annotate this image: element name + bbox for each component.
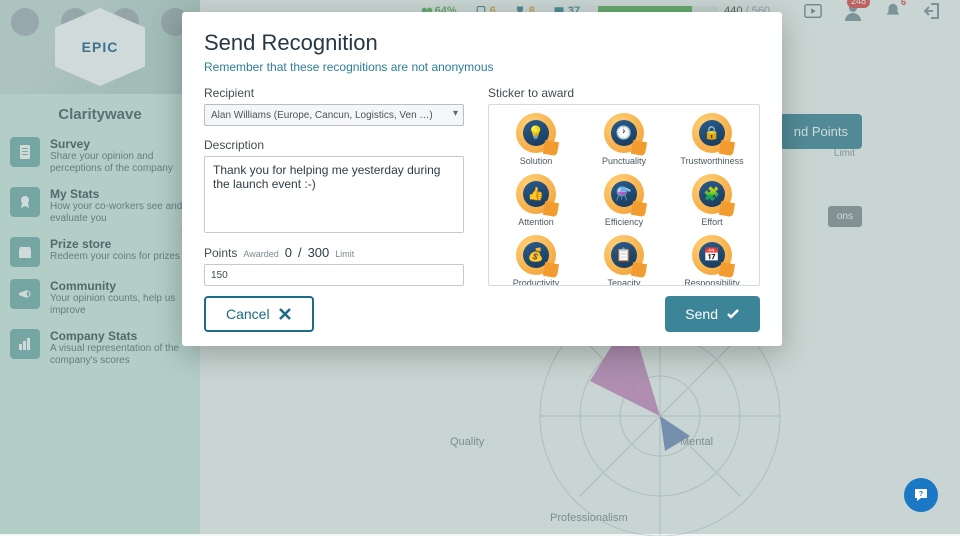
points-input[interactable] (204, 264, 464, 286)
points-max: 300 (308, 245, 330, 260)
points-limit-label: Limit (335, 249, 354, 259)
sticker-trustworthiness[interactable]: 🔒 Trustworthiness (671, 113, 753, 166)
sticker-responsibility[interactable]: 📅 Responsibility (671, 235, 753, 285)
points-awarded: 0 (285, 245, 292, 260)
sticker-icon: 👍 (516, 174, 556, 214)
sticker-scroll[interactable]: 💡 Solution 🕐 Punctuality 🔒 Trustworthiness 👍 At… (489, 105, 759, 285)
sticker-icon: 🔒 (692, 113, 732, 153)
check-icon (726, 307, 740, 321)
sticker-attention[interactable]: 👍 Attention (495, 174, 577, 227)
sticker-caption: Solution (520, 156, 553, 166)
svg-text:?: ? (919, 491, 923, 498)
recipient-select[interactable]: Alan Williams (Europe, Cancun, Logistics… (204, 104, 464, 126)
help-icon: ? (913, 487, 929, 503)
modal-subtitle: Remember that these recognitions are not… (204, 60, 760, 74)
sticker-caption: Attention (518, 217, 554, 227)
sticker-tenacity[interactable]: 📋 Tenacity (583, 235, 665, 285)
modal-title: Send Recognition (204, 30, 760, 56)
help-fab[interactable]: ? (904, 478, 938, 512)
sticker-label: Sticker to award (488, 86, 760, 100)
points-awarded-label: Awarded (243, 249, 278, 259)
description-label: Description (204, 138, 464, 152)
sticker-caption: Tenacity (607, 278, 640, 285)
sticker-caption: Trustworthiness (680, 156, 743, 166)
sticker-productivity[interactable]: 💰 Productivity (495, 235, 577, 285)
sticker-icon: 🕐 (604, 113, 644, 153)
send-label: Send (685, 306, 718, 322)
send-button[interactable]: Send (665, 296, 760, 332)
sticker-icon: ⚗️ (604, 174, 644, 214)
sticker-caption: Punctuality (602, 156, 646, 166)
close-icon (278, 307, 292, 321)
sticker-caption: Productivity (513, 278, 560, 285)
sticker-icon: 🧩 (692, 174, 732, 214)
sticker-solution[interactable]: 💡 Solution (495, 113, 577, 166)
sticker-caption: Efficiency (605, 217, 643, 227)
sticker-caption: Effort (701, 217, 722, 227)
recognition-modal: Send Recognition Remember that these rec… (182, 12, 782, 346)
sticker-punctuality[interactable]: 🕐 Punctuality (583, 113, 665, 166)
cancel-label: Cancel (226, 306, 270, 322)
description-textarea[interactable]: Thank you for helping me yesterday durin… (204, 156, 464, 233)
recipient-label: Recipient (204, 86, 464, 100)
sticker-icon: 📅 (692, 235, 732, 275)
sticker-effort[interactable]: 🧩 Effort (671, 174, 753, 227)
points-label: Points (204, 246, 237, 260)
cancel-button[interactable]: Cancel (204, 296, 314, 332)
sticker-icon: 💡 (516, 113, 556, 153)
sticker-caption: Responsibility (684, 278, 740, 285)
sticker-icon: 📋 (604, 235, 644, 275)
points-sep: / (298, 245, 302, 260)
sticker-icon: 💰 (516, 235, 556, 275)
sticker-efficiency[interactable]: ⚗️ Efficiency (583, 174, 665, 227)
